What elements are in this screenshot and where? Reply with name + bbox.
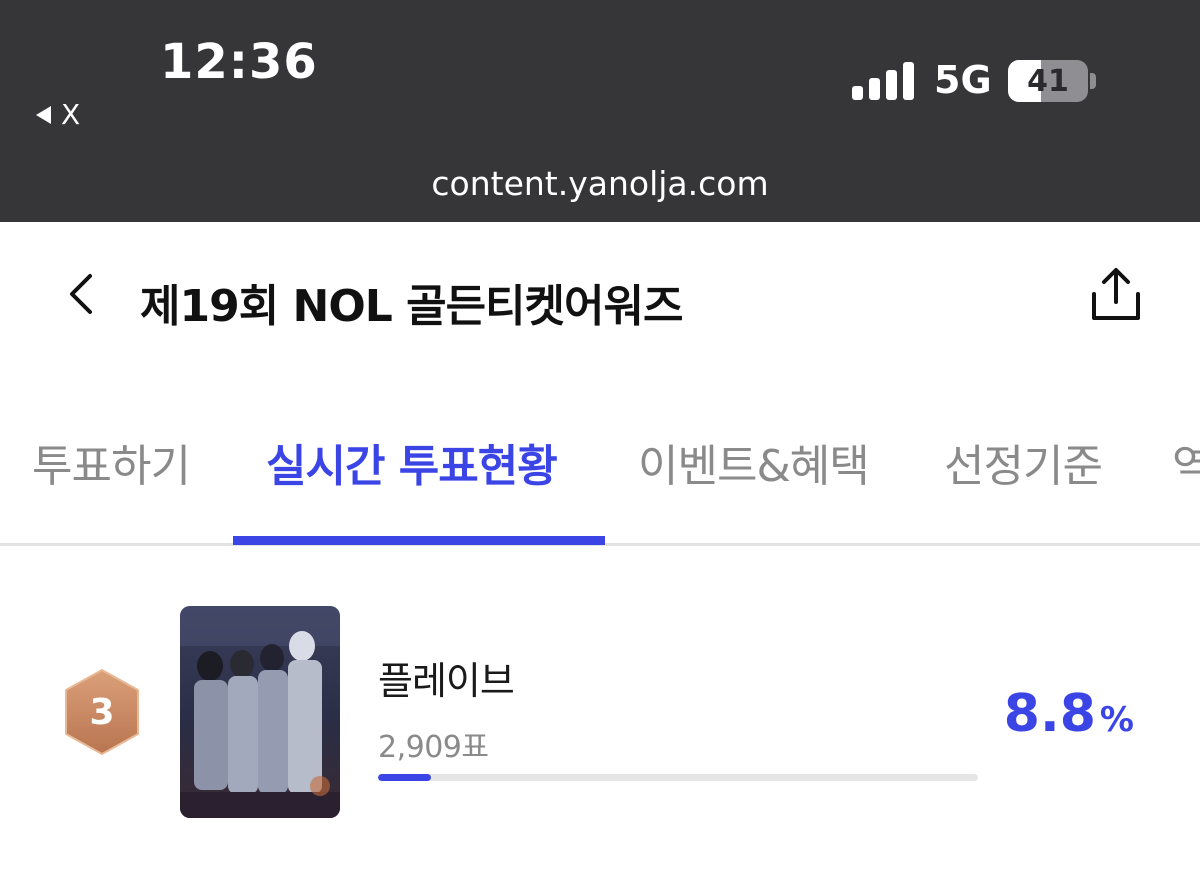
rank-number: 3 xyxy=(89,691,115,733)
battery-percent: 41 xyxy=(1027,63,1069,99)
browser-status-bar: 12:36 X 5G 41 content.yanolja.com xyxy=(0,0,1200,222)
vote-percent-unit: % xyxy=(1099,700,1134,740)
vote-percent-value: 8.8 xyxy=(1003,684,1096,744)
page-title: 제19회 NOL 골든티켓어워즈 xyxy=(140,281,683,332)
back-to-app-button[interactable]: X xyxy=(36,98,80,131)
tab-realtime-status[interactable]: 실시간 투표현황 xyxy=(266,430,558,494)
vote-progress-bar xyxy=(378,774,978,781)
tab-selection-criteria[interactable]: 선정기준 xyxy=(944,430,1103,494)
back-triangle-icon xyxy=(36,105,51,124)
tab-more[interactable]: 역 xyxy=(1172,430,1200,494)
back-app-label: X xyxy=(61,98,81,131)
chevron-left-icon[interactable] xyxy=(62,272,102,316)
address-bar-url[interactable]: content.yanolja.com xyxy=(0,164,1200,203)
battery-icon: 41 xyxy=(1008,60,1088,102)
status-time: 12:36 xyxy=(160,34,318,90)
tab-events-benefits[interactable]: 이벤트&혜택 xyxy=(638,430,870,494)
vote-progress-fill xyxy=(378,774,431,781)
artist-thumbnail[interactable] xyxy=(180,606,340,818)
tab-vote[interactable]: 투표하기 xyxy=(32,430,191,494)
vote-percent: 8.8 % xyxy=(1004,684,1134,744)
share-icon[interactable] xyxy=(1086,266,1146,322)
artist-name: 플레이브 xyxy=(378,659,515,703)
battery-cap xyxy=(1090,73,1096,89)
vote-count: 2,909표 xyxy=(378,730,489,765)
active-tab-indicator xyxy=(233,536,605,545)
tab-bar: 투표하기 실시간 투표현황 이벤트&혜택 선정기준 역 xyxy=(0,362,1200,546)
network-type: 5G xyxy=(934,58,992,102)
page-header: 제19회 NOL 골든티켓어워즈 xyxy=(0,222,1200,362)
signal-bars-icon xyxy=(852,62,914,100)
